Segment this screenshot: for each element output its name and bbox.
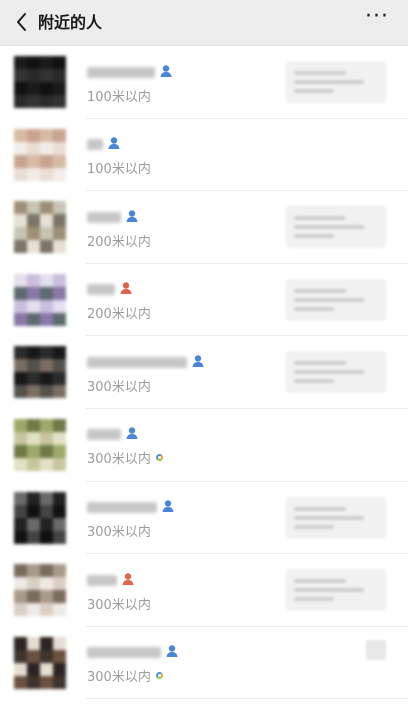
page-title: 附近的人 xyxy=(38,13,103,32)
male-user-icon xyxy=(191,353,205,372)
blurred-signature xyxy=(286,569,386,612)
person-row[interactable]: 100米以内 xyxy=(0,46,408,119)
person-row[interactable]: 300米以内 xyxy=(0,482,408,555)
distance-text: 200米以内 xyxy=(87,234,151,250)
person-row[interactable]: 200米以内 xyxy=(0,191,408,264)
blurred-nickname xyxy=(87,284,115,296)
avatar xyxy=(14,56,66,108)
distance-line: 300米以内 xyxy=(87,523,151,541)
person-row[interactable]: 300米以内 xyxy=(0,336,408,409)
distance-line: 100米以内 xyxy=(87,87,151,105)
avatar xyxy=(14,564,66,617)
top-bar: 附近的人 ··· xyxy=(0,0,408,46)
distance-line: 200米以内 xyxy=(87,232,151,250)
row-divider xyxy=(86,698,408,700)
female-user-icon xyxy=(119,280,133,299)
blurred-nickname xyxy=(87,66,155,78)
blurred-nickname xyxy=(87,139,103,151)
male-user-icon xyxy=(125,208,139,227)
blurred-thumbnail xyxy=(366,639,386,660)
blurred-nickname xyxy=(87,356,187,368)
status-dot-icon xyxy=(155,454,163,462)
blurred-signature xyxy=(286,61,386,103)
distance-text: 300米以内 xyxy=(87,525,151,541)
distance-line: 100米以内 xyxy=(87,160,151,178)
blurred-nickname xyxy=(87,211,121,223)
blurred-signature xyxy=(286,278,386,321)
blurred-signature xyxy=(286,496,386,539)
nickname-line xyxy=(87,572,135,588)
blurred-nickname xyxy=(87,502,157,514)
person-row[interactable]: 300米以内 xyxy=(0,554,408,627)
distance-line: 300米以内 xyxy=(87,668,163,686)
blurred-nickname xyxy=(87,574,117,586)
blurred-signature xyxy=(286,206,386,249)
person-row[interactable]: 100米以内 xyxy=(0,119,408,192)
person-row[interactable]: 300米以内 xyxy=(0,627,408,700)
nickname-line xyxy=(87,282,133,298)
nickname-line xyxy=(87,209,139,225)
back-chevron-icon[interactable] xyxy=(10,9,36,35)
female-user-icon xyxy=(121,571,135,590)
avatar xyxy=(14,346,66,399)
nickname-line xyxy=(87,427,139,443)
nickname-line xyxy=(87,64,173,80)
distance-text: 300米以内 xyxy=(87,670,151,686)
distance-line: 200米以内 xyxy=(87,305,151,323)
male-user-icon xyxy=(165,643,179,662)
distance-text: 300米以内 xyxy=(87,452,151,468)
blurred-nickname xyxy=(87,647,161,659)
blurred-nickname xyxy=(87,429,121,441)
distance-text: 300米以内 xyxy=(87,597,151,613)
distance-text: 100米以内 xyxy=(87,89,151,105)
male-user-icon xyxy=(161,498,175,517)
avatar xyxy=(14,273,66,326)
avatar xyxy=(14,201,66,254)
people-list: 100米以内 100米以内 200米以内 200米以内 300米以内 300米以内 300米… xyxy=(0,46,408,700)
male-user-icon xyxy=(125,425,139,444)
person-row[interactable]: 300米以内 xyxy=(0,409,408,482)
nickname-line xyxy=(87,645,179,661)
distance-text: 300米以内 xyxy=(87,379,151,395)
distance-text: 100米以内 xyxy=(87,162,151,178)
avatar xyxy=(14,128,66,181)
blurred-signature xyxy=(286,351,386,394)
person-row[interactable]: 200米以内 xyxy=(0,264,408,337)
avatar xyxy=(14,418,66,471)
more-ellipsis-icon[interactable]: ··· xyxy=(362,6,392,34)
nickname-line xyxy=(87,137,121,153)
nickname-line xyxy=(87,500,175,516)
distance-text: 200米以内 xyxy=(87,307,151,323)
status-dot-icon xyxy=(155,672,163,680)
male-user-icon xyxy=(159,63,173,82)
male-user-icon xyxy=(107,135,121,154)
distance-line: 300米以内 xyxy=(87,595,151,613)
nickname-line xyxy=(87,354,205,370)
distance-line: 300米以内 xyxy=(87,377,151,395)
avatar xyxy=(14,636,66,689)
avatar xyxy=(14,491,66,544)
distance-line: 300米以内 xyxy=(87,450,163,468)
